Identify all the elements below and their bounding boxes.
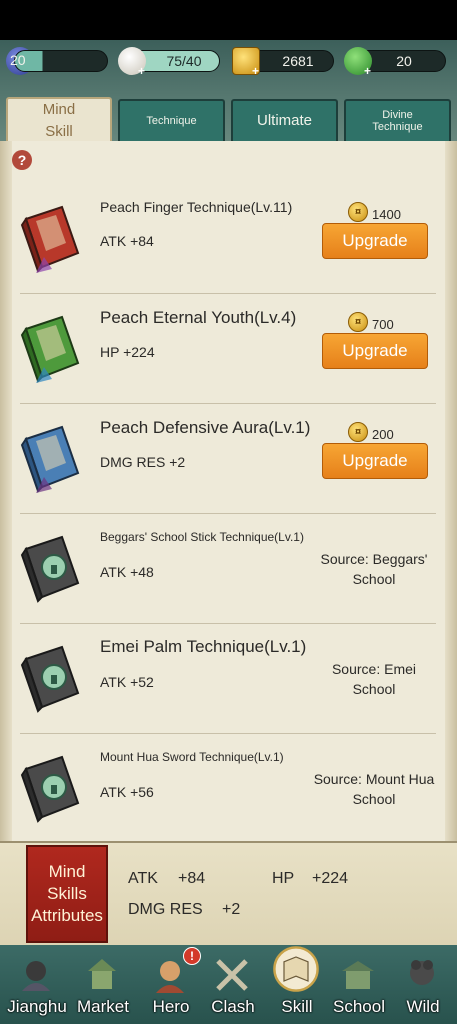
jade-value: 20 (396, 53, 412, 69)
locked-skill-book-icon (20, 535, 80, 603)
level-display: 20 (10, 50, 108, 72)
upgrade-cost-value: 1400 (372, 207, 401, 222)
attr-hp-label: HP (272, 870, 295, 887)
tab-ultimate-label: Ultimate (256, 112, 312, 129)
skill-row[interactable]: Mount Hua Sword Technique(Lv.1) ATK +56 … (0, 733, 457, 843)
attr-atk-label: ATK (128, 870, 158, 887)
tab-ultimate[interactable]: Ultimate (231, 99, 338, 141)
nav-market[interactable]: Market (66, 945, 140, 1024)
attr-dmgres-value: +2 (222, 901, 241, 918)
skill-stat: ATK +56 (100, 784, 154, 800)
skill-name: Emei Palm Technique(Lv.1) (100, 637, 307, 656)
skill-source: Source: Beggars' School (320, 551, 428, 587)
nav-wild-label: Wild (406, 997, 440, 1016)
gold-coin-icon: ¤ (348, 201, 368, 222)
skill-row[interactable]: Peach Finger Technique(Lv.11) ATK +84 ¤ … (0, 183, 457, 293)
tab-technique-label: Technique (146, 115, 197, 127)
gold-coin-icon: ¤ (348, 311, 368, 332)
market-icon (88, 959, 116, 989)
gold-plus-icon[interactable]: + (252, 64, 259, 78)
attr-atk-value: +84 (178, 870, 206, 887)
attr-hp-value: +224 (312, 870, 349, 887)
upgrade-cost-value: 700 (372, 317, 394, 332)
skill-row[interactable]: Beggars' School Stick Technique(Lv.1) AT… (0, 513, 457, 623)
blue-skill-book-icon (20, 425, 80, 493)
skill-row[interactable]: Peach Defensive Aura(Lv.1) DMG RES +2 ¤ … (0, 403, 457, 513)
nav-school[interactable]: School (322, 945, 396, 1024)
tab-divine-technique-label: Divine Technique (372, 109, 423, 133)
locked-skill-book-icon (20, 755, 80, 823)
upgrade-cost: ¤ 1400 (348, 201, 401, 222)
skill-source: Source: Mount Hua School (313, 771, 435, 807)
nav-market-label: Market (77, 997, 129, 1016)
upgrade-button[interactable]: Upgrade (322, 443, 428, 479)
gold-coin-icon: ¤ (348, 421, 368, 442)
stamina-value: 75/40 (166, 53, 202, 69)
skill-stat: ATK +48 (100, 564, 154, 580)
nav-wild[interactable]: Wild (386, 945, 457, 1024)
nav-jianghu[interactable]: Jianghu (0, 945, 74, 1024)
nav-clash[interactable]: Clash (196, 945, 270, 1024)
skill-row[interactable]: Peach Eternal Youth(Lv.4) HP +224 ¤ 700 … (0, 293, 457, 403)
skill-stat: ATK +52 (100, 674, 154, 690)
gold-value: 2681 (282, 53, 314, 69)
skill-stat: DMG RES +2 (100, 454, 186, 470)
green-skill-book-icon (20, 315, 80, 383)
level-value: 20 (10, 52, 26, 68)
upgrade-cost: ¤ 200 (348, 421, 394, 442)
tab-technique[interactable]: Technique (118, 99, 225, 141)
nav-school-label: School (333, 997, 385, 1016)
upgrade-cost: ¤ 700 (348, 311, 394, 332)
upgrade-cost-value: 200 (372, 427, 394, 442)
skill-name: Peach Eternal Youth(Lv.4) (100, 308, 297, 327)
skill-name: Mount Hua Sword Technique(Lv.1) (100, 750, 284, 764)
tab-divine-technique[interactable]: Divine Technique (344, 99, 451, 141)
upgrade-button[interactable]: Upgrade (322, 333, 428, 369)
attributes-badge: Mind Skills Attributes (26, 845, 108, 943)
red-skill-book-icon (20, 205, 80, 273)
skill-stat: ATK +84 (100, 233, 154, 249)
crossed-swords-icon (216, 959, 248, 991)
status-bar (0, 0, 457, 40)
stamina-plus-icon[interactable]: + (138, 64, 145, 78)
tab-mind-skill-label: Mind Skill (42, 101, 76, 140)
jianghu-icon (22, 961, 50, 991)
skill-name: Peach Finger Technique(Lv.11) (100, 199, 293, 215)
skill-name: Peach Defensive Aura(Lv.1) (100, 418, 311, 437)
help-icon[interactable]: ? (12, 150, 32, 170)
skill-stat: HP +224 (100, 344, 155, 360)
tab-mind-skill[interactable]: Mind Skill (6, 97, 112, 143)
skill-book-icon (273, 946, 319, 992)
attr-dmgres-label: DMG RES (128, 901, 203, 918)
skill-row[interactable]: Emei Palm Technique(Lv.1) ATK +52 Source… (0, 623, 457, 733)
locked-skill-book-icon (20, 645, 80, 713)
nav-clash-label: Clash (211, 997, 255, 1016)
hero-alert-badge: ! (183, 947, 201, 965)
skill-name: Beggars' School Stick Technique(Lv.1) (100, 530, 304, 544)
jade-plus-icon[interactable]: + (364, 64, 371, 78)
skill-source: Source: Emei School (331, 661, 417, 697)
wild-icon (410, 960, 434, 985)
nav-jianghu-label: Jianghu (7, 997, 67, 1016)
bottom-nav: Jianghu Market Hero Clash Skill School W… (0, 945, 457, 1024)
school-icon (342, 961, 374, 989)
upgrade-button[interactable]: Upgrade (322, 223, 428, 259)
